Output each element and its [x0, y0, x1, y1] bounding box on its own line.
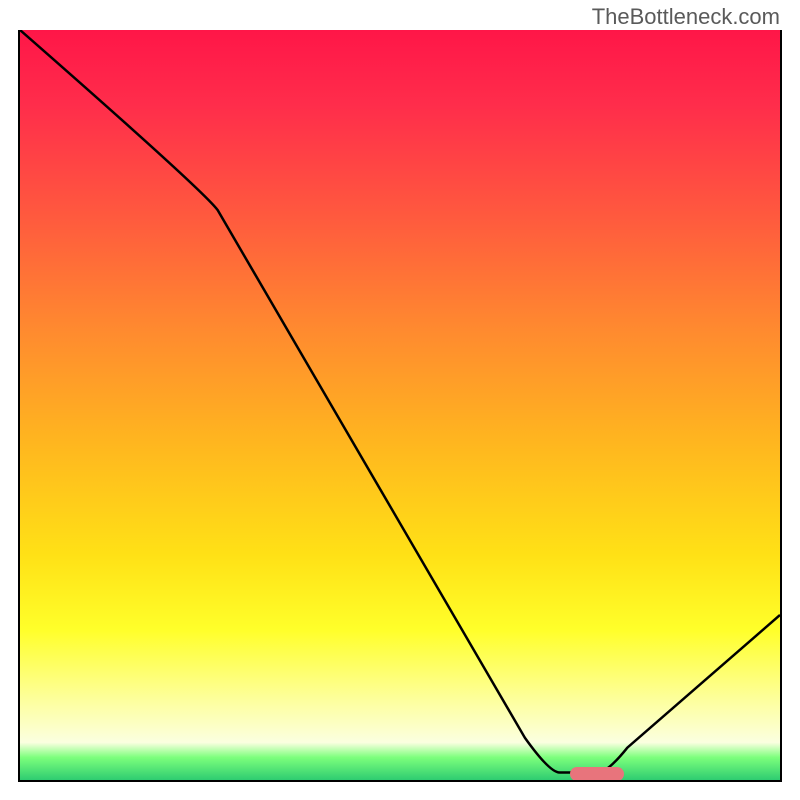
optimal-marker	[570, 767, 623, 781]
plot-area	[18, 30, 782, 782]
bottleneck-curve	[20, 30, 780, 780]
watermark-text: TheBottleneck.com	[592, 4, 780, 30]
curve-path	[20, 30, 780, 773]
